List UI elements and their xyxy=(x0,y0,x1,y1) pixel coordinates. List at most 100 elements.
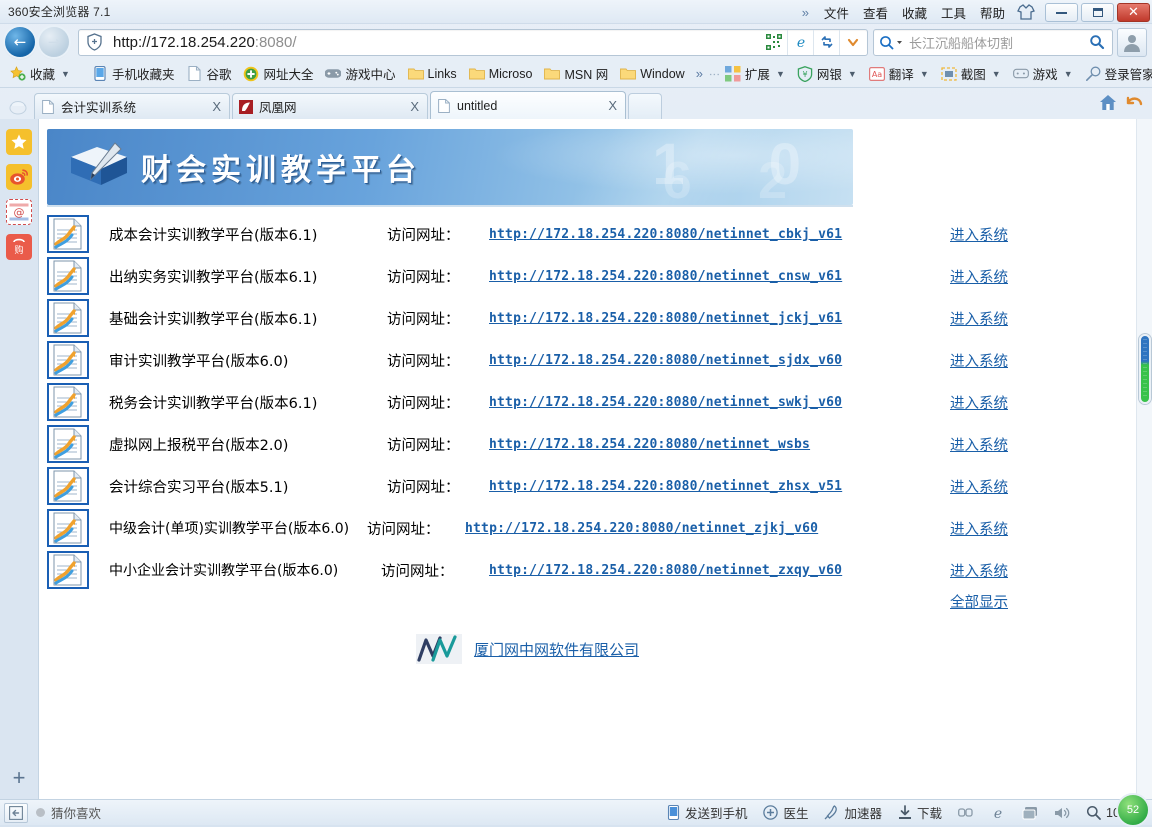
qr-code-icon[interactable] xyxy=(761,30,787,55)
chevron-down-icon[interactable]: ▼ xyxy=(776,69,785,79)
platform-url-link[interactable]: http://172.18.254.220:8080/netinnet_swkj… xyxy=(489,395,842,410)
platform-url-link[interactable]: http://172.18.254.220:8080/netinnet_zxqy… xyxy=(489,563,842,578)
platform-doc-icon[interactable] xyxy=(47,425,89,463)
platform-url-link[interactable]: http://172.18.254.220:8080/netinnet_cbkj… xyxy=(489,227,842,242)
platform-doc-icon[interactable] xyxy=(47,215,89,253)
scrollbar-thumb[interactable] xyxy=(1139,334,1151,404)
platform-doc-icon[interactable] xyxy=(47,383,89,421)
status-download[interactable]: 下载 xyxy=(890,803,950,822)
enter-system-link[interactable]: 进入系统 xyxy=(950,224,1008,245)
address-text[interactable]: http://172.18.254.220:8080/ xyxy=(105,34,761,51)
forward-button[interactable]: → xyxy=(39,27,69,57)
search-engine-icon[interactable] xyxy=(879,35,903,50)
toolbar-online-bank[interactable]: ¥ 网银 ▼ xyxy=(791,62,863,85)
platform-url-link[interactable]: http://172.18.254.220:8080/netinnet_cnsw… xyxy=(489,269,842,284)
maximize-button[interactable] xyxy=(1081,3,1114,22)
sidebar-add-button[interactable]: + xyxy=(13,767,26,789)
enter-system-link[interactable]: 进入系统 xyxy=(950,350,1008,371)
status-ie-core[interactable]: e xyxy=(982,805,1014,821)
menu-file[interactable]: 文件 xyxy=(817,3,856,22)
address-bar[interactable]: http://172.18.254.220:8080/ e xyxy=(78,29,868,56)
show-all-link[interactable]: 全部显示 xyxy=(950,591,1008,612)
toolbar-extensions[interactable]: 扩展 ▼ xyxy=(719,62,791,85)
new-tab-button[interactable] xyxy=(628,93,662,119)
company-link[interactable]: 厦门网中网软件有限公司 xyxy=(474,639,639,660)
sidebar-item-mail[interactable]: @ xyxy=(6,199,32,225)
security-shield-icon[interactable] xyxy=(83,31,105,53)
back-button[interactable]: ← xyxy=(5,27,35,57)
sidebar-item-favorites[interactable] xyxy=(6,129,32,155)
refresh-icon[interactable] xyxy=(813,30,839,55)
bookmark-folder-links[interactable]: Links xyxy=(402,64,463,84)
skin-shirt-icon[interactable] xyxy=(1016,3,1036,21)
bookmark-folder-microsoft[interactable]: Microso xyxy=(463,64,539,84)
platform-doc-icon[interactable] xyxy=(47,341,89,379)
enter-system-link[interactable]: 进入系统 xyxy=(950,308,1008,329)
platform-doc-icon[interactable] xyxy=(47,551,89,589)
platform-doc-icon[interactable] xyxy=(47,299,89,337)
address-dropdown-caret-icon[interactable] xyxy=(839,30,865,55)
chevron-down-icon[interactable]: ▼ xyxy=(1064,69,1073,79)
bookmark-folder-msn[interactable]: MSN 网 xyxy=(538,62,614,85)
user-avatar-button[interactable] xyxy=(1117,28,1147,57)
collapse-panel-button[interactable] xyxy=(4,803,28,823)
home-icon[interactable] xyxy=(4,93,32,119)
enter-system-link[interactable]: 进入系统 xyxy=(950,434,1008,455)
status-accelerator[interactable]: 加速器 xyxy=(816,803,890,822)
bookmark-item-google[interactable]: 谷歌 xyxy=(180,62,237,85)
platform-url-link[interactable]: http://172.18.254.220:8080/netinnet_sjdx… xyxy=(489,353,842,368)
bookmark-folder-windows[interactable]: Window xyxy=(614,64,690,84)
menu-tools[interactable]: 工具 xyxy=(934,3,973,22)
search-icon[interactable] xyxy=(1084,30,1110,55)
platform-url-link[interactable]: http://172.18.254.220:8080/netinnet_wsbs xyxy=(489,437,810,452)
undo-close-tab-icon[interactable] xyxy=(1124,93,1144,116)
menu-overflow-chevron[interactable]: » xyxy=(794,5,817,20)
platform-url-link[interactable]: http://172.18.254.220:8080/netinnet_zjkj… xyxy=(465,521,818,536)
platform-url-link[interactable]: http://172.18.254.220:8080/netinnet_zhsx… xyxy=(489,479,842,494)
close-button[interactable]: ✕ xyxy=(1117,3,1150,22)
sidebar-item-shopping[interactable]: 购 xyxy=(6,234,32,260)
status-doctor[interactable]: 医生 xyxy=(755,803,816,822)
toolbar-translate[interactable]: Aa 翻译 ▼ xyxy=(863,62,935,85)
tab-ifeng[interactable]: 凤凰网 X xyxy=(232,93,428,119)
menu-favorites[interactable]: 收藏 xyxy=(895,3,934,22)
toolbar-grip[interactable]: ⋮ xyxy=(708,69,719,79)
enter-system-link[interactable]: 进入系统 xyxy=(950,266,1008,287)
toolbar-login-manager[interactable]: 登录管家 xyxy=(1079,62,1152,85)
tab-close-icon[interactable]: X xyxy=(606,98,619,113)
platform-doc-icon[interactable] xyxy=(47,467,89,505)
bookmark-favorites[interactable]: 收藏 ▼ xyxy=(4,62,76,85)
toolbar-screenshot[interactable]: 截图 ▼ xyxy=(935,62,1007,85)
ie-engine-icon[interactable]: e xyxy=(787,30,813,55)
status-suggestion[interactable]: 猜你喜欢 xyxy=(36,803,101,822)
enter-system-link[interactable]: 进入系统 xyxy=(950,392,1008,413)
sidebar-item-weibo[interactable] xyxy=(6,164,32,190)
status-page-mode[interactable] xyxy=(950,807,982,819)
chevron-down-icon[interactable]: ▼ xyxy=(992,69,1001,79)
menu-view[interactable]: 查看 xyxy=(856,3,895,22)
status-window-mode[interactable] xyxy=(1014,806,1046,820)
platform-url-link[interactable]: http://172.18.254.220:8080/netinnet_jckj… xyxy=(489,311,842,326)
tab-close-icon[interactable]: X xyxy=(210,99,223,114)
bookmark-item-games[interactable]: 游戏中心 xyxy=(319,62,401,85)
toolbar-game[interactable]: 游戏 ▼ xyxy=(1007,62,1079,85)
platform-doc-icon[interactable] xyxy=(47,257,89,295)
search-box[interactable]: 长江沉船船体切割 xyxy=(873,29,1113,56)
menu-help[interactable]: 帮助 xyxy=(973,3,1012,22)
tab-untitled[interactable]: untitled X xyxy=(430,91,626,119)
tab-accounting-system[interactable]: 会计实训系统 X xyxy=(34,93,230,119)
enter-system-link[interactable]: 进入系统 xyxy=(950,476,1008,497)
chevron-down-icon[interactable]: ▼ xyxy=(61,69,70,79)
chevron-down-icon[interactable]: ▼ xyxy=(848,69,857,79)
page-scrollbar[interactable] xyxy=(1136,119,1152,799)
tab-close-icon[interactable]: X xyxy=(408,99,421,114)
platform-doc-icon[interactable] xyxy=(47,509,89,547)
bookmark-item-hao360[interactable]: 网址大全 xyxy=(237,62,319,85)
bookmarks-overflow-chevron[interactable]: » xyxy=(691,66,708,81)
bookmark-item-phone[interactable]: 手机收藏夹 xyxy=(86,62,181,85)
minimize-button[interactable] xyxy=(1045,3,1078,22)
status-sound[interactable] xyxy=(1046,806,1078,820)
search-input[interactable]: 长江沉船船体切割 xyxy=(903,33,1084,52)
enter-system-link[interactable]: 进入系统 xyxy=(950,518,1008,539)
status-badge[interactable]: 52 xyxy=(1116,793,1150,827)
